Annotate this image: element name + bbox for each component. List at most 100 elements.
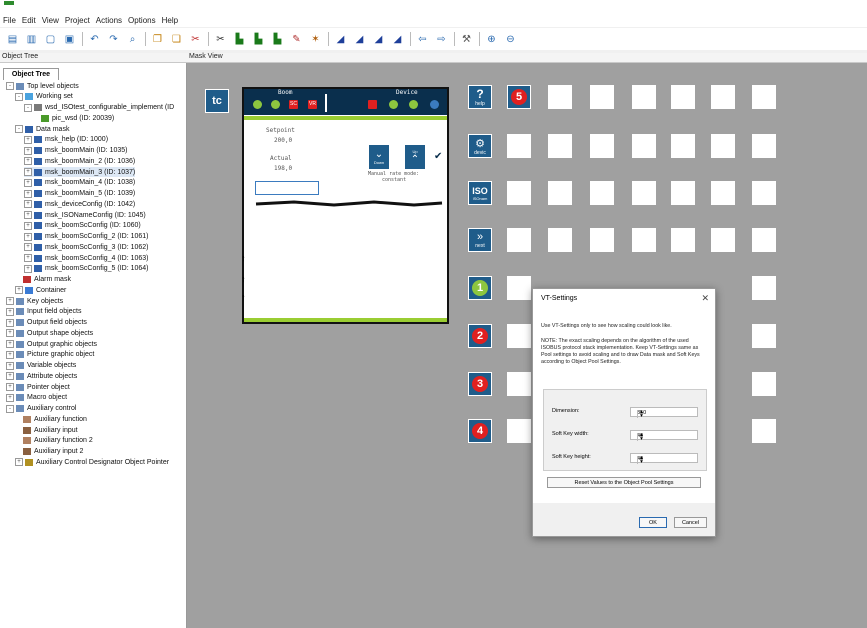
expand-icon[interactable]: + [6, 383, 14, 391]
collapse-icon[interactable]: - [6, 404, 14, 413]
empty-softkey-slot[interactable] [632, 181, 656, 205]
softkey-next[interactable]: » next [468, 228, 492, 252]
expand-icon[interactable]: + [6, 318, 14, 327]
menu-options[interactable]: Options [128, 16, 156, 25]
expand-icon[interactable]: + [6, 340, 14, 348]
tree-item[interactable]: + msk_ISONameConfig (ID: 1045) [24, 210, 146, 220]
softkey-2[interactable]: 2 [468, 324, 492, 348]
collapse-icon[interactable]: - [15, 92, 23, 101]
empty-softkey-slot[interactable] [548, 228, 572, 252]
expand-icon[interactable]: + [24, 264, 32, 273]
soft-key-width-field[interactable]: 40 ▴ ▾ [630, 430, 698, 442]
up-button[interactable]: Up ⌃ [404, 144, 426, 170]
tree-item[interactable]: + msk_boomScConfig_4 (ID: 1063) [24, 253, 149, 263]
empty-softkey-slot[interactable] [711, 228, 735, 252]
cancel-button[interactable]: Cancel [674, 517, 707, 528]
tc-button[interactable]: tc [205, 89, 229, 113]
new-icon[interactable]: ▤ [6, 33, 19, 46]
tree-item[interactable]: - Auxiliary control [6, 404, 76, 414]
down-button[interactable]: ⌄ Down [368, 144, 390, 170]
align-justify-icon[interactable]: ◢ [391, 33, 404, 46]
zoom-in-icon[interactable]: ⊕ [485, 33, 498, 46]
input-field[interactable] [255, 181, 319, 195]
tree-item[interactable]: Auxiliary function [15, 414, 87, 424]
reset-values-button[interactable]: Reset Values to the Object Pool Settings [547, 477, 701, 488]
empty-softkey-slot[interactable] [548, 134, 572, 158]
empty-softkey-slot[interactable] [711, 85, 735, 109]
close-icon[interactable]: ✕ [701, 293, 709, 304]
expand-icon[interactable]: + [6, 361, 14, 370]
tree-item[interactable]: + msk_boomMain_2 (ID: 1036) [24, 156, 135, 166]
paste-icon[interactable]: ❏ [170, 33, 183, 46]
empty-softkey-slot[interactable] [507, 372, 531, 396]
dimension-field[interactable]: 350 ▴ ▾ [630, 407, 698, 419]
tree-item[interactable]: Auxiliary function 2 [15, 436, 93, 446]
tools-icon[interactable]: ⚒ [460, 33, 473, 46]
menu-file[interactable]: File [3, 16, 16, 25]
open-icon[interactable]: ▥ [25, 33, 38, 46]
expand-icon[interactable]: + [15, 286, 23, 295]
data-mask-preview[interactable]: Boom Device SC VR Setpoint 200,0 Actual … [241, 87, 449, 324]
tree-item[interactable]: + Variable objects [6, 361, 76, 371]
tree-item[interactable]: + msk_boomMain (ID: 1035) [24, 146, 127, 156]
close-file-icon[interactable]: ▢ [44, 33, 57, 46]
expand-icon[interactable]: + [24, 178, 32, 187]
softkey-3[interactable]: 3 [468, 372, 492, 396]
empty-softkey-slot[interactable] [507, 276, 531, 300]
insert-sibling-icon[interactable]: ▙ [271, 33, 284, 46]
empty-softkey-slot[interactable] [507, 134, 531, 158]
expand-icon[interactable]: + [24, 221, 32, 230]
expand-icon[interactable]: + [15, 458, 23, 467]
expand-icon[interactable]: + [6, 350, 14, 359]
tree-item[interactable]: + Output field objects [6, 318, 87, 328]
tree-item[interactable]: + Container [15, 285, 66, 295]
tree-item[interactable]: + Auxiliary Control Designator Object Poi… [15, 457, 169, 467]
menu-actions[interactable]: Actions [96, 16, 122, 25]
empty-softkey-slot[interactable] [711, 134, 735, 158]
softkey-help[interactable]: ? help [468, 85, 492, 109]
tree-item[interactable]: - Data mask [15, 124, 69, 134]
tree-item[interactable]: + msk_help (ID: 1000) [24, 135, 108, 145]
menu-help[interactable]: Help [162, 16, 178, 25]
tree-item[interactable]: + msk_boomScConfig_5 (ID: 1064) [24, 264, 149, 274]
expand-icon[interactable]: + [6, 329, 14, 338]
empty-softkey-slot[interactable] [752, 85, 776, 109]
tree-item[interactable]: - wsd_ISOtest_configurable_implement (ID [24, 103, 174, 113]
tab-object-tree[interactable]: Object Tree [3, 68, 59, 80]
empty-softkey-slot[interactable] [632, 134, 656, 158]
empty-softkey-slot[interactable] [548, 85, 572, 109]
empty-softkey-slot[interactable] [507, 324, 531, 348]
empty-softkey-slot[interactable] [507, 228, 531, 252]
expand-icon[interactable]: + [24, 232, 32, 241]
tree-item[interactable]: + msk_deviceConfig (ID: 1042) [24, 199, 135, 209]
softkey-isoname[interactable]: ISO ISOnam [468, 181, 492, 205]
tree-item[interactable]: - Top level objects [6, 81, 79, 91]
empty-softkey-slot[interactable] [590, 181, 614, 205]
tree-item[interactable]: + Input field objects [6, 307, 81, 317]
spin-buttons-icon[interactable]: ▴ ▾ [637, 409, 645, 419]
expand-icon[interactable]: + [24, 135, 32, 144]
menu-project[interactable]: Project [65, 16, 90, 25]
expand-icon[interactable]: + [6, 297, 14, 305]
tree-item[interactable]: + Output shape objects [6, 328, 93, 338]
back-icon[interactable]: ⇦ [416, 33, 429, 46]
align-left-icon[interactable]: ◢ [334, 33, 347, 46]
insert-child-icon[interactable]: ▙ [252, 33, 265, 46]
empty-softkey-slot[interactable] [507, 419, 531, 443]
empty-softkey-slot[interactable] [590, 228, 614, 252]
insert-object-icon[interactable]: ▙ [233, 33, 246, 46]
empty-softkey-slot[interactable] [548, 181, 572, 205]
tree-item[interactable]: + msk_boomScConfig_3 (ID: 1062) [24, 242, 149, 252]
ok-button[interactable]: OK [639, 517, 667, 528]
softkey-5[interactable]: 5 [507, 85, 531, 109]
menu-view[interactable]: View [42, 16, 59, 25]
tree-item[interactable]: + Picture graphic object [6, 350, 94, 360]
empty-softkey-slot[interactable] [507, 181, 531, 205]
tree-item[interactable]: + msk_boomMain_5 (ID: 1039) [24, 189, 135, 199]
align-center-icon[interactable]: ◢ [353, 33, 366, 46]
softkey-device[interactable]: ⚙ devic [468, 134, 492, 158]
empty-softkey-slot[interactable] [752, 276, 776, 300]
tree-item[interactable]: + msk_boomMain_4 (ID: 1038) [24, 178, 135, 188]
empty-softkey-slot[interactable] [590, 134, 614, 158]
expand-icon[interactable]: + [24, 146, 32, 155]
